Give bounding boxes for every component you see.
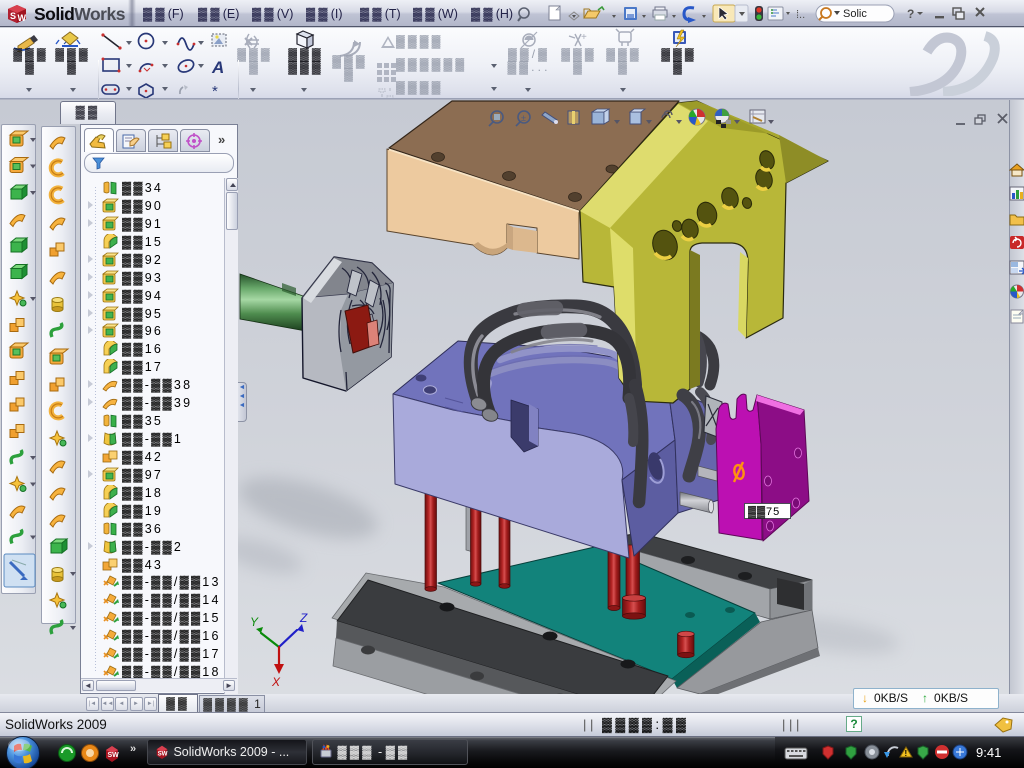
svg-text:Solic: Solic — [843, 8, 867, 20]
svg-text:SW: SW — [108, 752, 120, 759]
svg-text:X: X — [271, 675, 281, 689]
svg-text:A: A — [211, 58, 224, 77]
svg-text:+: + — [581, 32, 587, 43]
svg-text:±: ± — [521, 113, 526, 123]
svg-text:⁞..: ⁞.. — [796, 9, 805, 21]
svg-text:Z: Z — [299, 611, 308, 625]
svg-text:Y: Y — [250, 615, 259, 629]
svg-text:S: S — [10, 11, 16, 21]
svg-text:▓▓75: ▓▓75 — [748, 505, 780, 519]
svg-text:»: » — [130, 743, 136, 755]
svg-text:W: W — [18, 13, 27, 23]
svg-text:!: ! — [905, 749, 908, 758]
svg-text:*: * — [212, 83, 218, 98]
svg-text:?: ? — [907, 7, 914, 21]
svg-text:SW: SW — [158, 750, 168, 757]
